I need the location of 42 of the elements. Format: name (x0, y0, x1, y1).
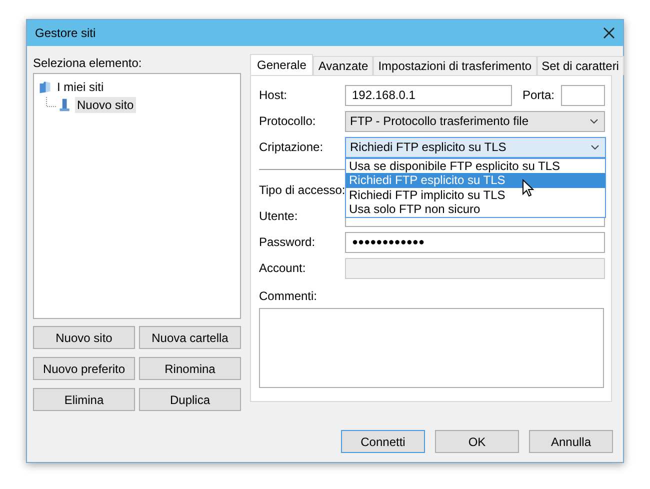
site-button[interactable]: Rinomina (139, 357, 241, 380)
site-button[interactable]: Nuovo preferito (33, 357, 135, 380)
password-label: Password: (259, 235, 316, 249)
tree-item[interactable]: Nuovo sito (75, 97, 136, 113)
tab[interactable]: Generale (250, 54, 314, 75)
tab[interactable]: Avanzate (313, 56, 374, 75)
mouse-cursor-icon (522, 178, 534, 196)
account-label: Account: (259, 261, 307, 275)
comments-label: Commenti: (259, 289, 318, 303)
protocol-dropdown[interactable]: FTP - Protocollo trasferimento file (345, 110, 605, 132)
window-title: Gestore siti (35, 26, 96, 40)
password-field[interactable]: ●●●●●●●●●●●● (345, 232, 605, 252)
site-button[interactable]: Nuovo sito (33, 326, 135, 349)
site-button[interactable]: Elimina (33, 388, 135, 411)
port-label: Porta: (522, 88, 554, 102)
close-icon[interactable] (603, 27, 615, 39)
host-label: Host: (259, 88, 288, 102)
host-field[interactable]: 192.168.0.1 (345, 84, 512, 106)
dialog-button[interactable]: Annulla (529, 430, 613, 453)
tab[interactable]: Impostazioni di trasferimento (373, 56, 537, 75)
port-field[interactable] (560, 84, 605, 106)
chevron-icon (591, 144, 599, 150)
dropdown-option[interactable]: Richiedi FTP implicito su TLS (346, 188, 605, 202)
tree-item[interactable]: I miei siti (55, 79, 106, 95)
tree-line (46, 97, 56, 107)
site-list-label: Seleziona elemento: (33, 56, 143, 70)
dialog-button[interactable]: OK (435, 430, 519, 453)
site-button[interactable]: Nuova cartella (139, 326, 241, 349)
dropdown-option[interactable]: Usa se disponibile FTP esplicito su TLS (346, 158, 605, 173)
comments-field[interactable] (259, 308, 604, 388)
encryption-dropdown[interactable]: Richiedi FTP esplicito su TLS (345, 136, 606, 158)
tab[interactable]: Set di caratteri (536, 56, 624, 75)
encryption-label: Criptazione: (259, 140, 324, 154)
logon-type-label: Tipo di accesso: (259, 183, 345, 197)
protocol-label: Protocollo: (259, 114, 317, 128)
dropdown-option[interactable]: Usa solo FTP non sicuro (346, 202, 605, 216)
folder-icon (38, 80, 52, 94)
chevron-icon (590, 118, 598, 124)
site-button[interactable]: Duplica (139, 388, 241, 411)
server-icon (58, 98, 72, 112)
dialog-button[interactable]: Connetti (341, 430, 425, 453)
user-label: Utente: (259, 209, 299, 223)
